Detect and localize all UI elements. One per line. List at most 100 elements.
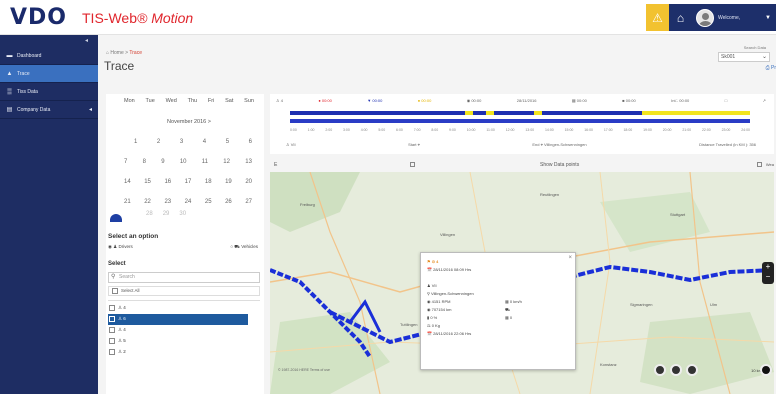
user-menu[interactable]: Welcome, ▼ (692, 4, 776, 31)
calendar-day[interactable]: 25 (205, 199, 212, 205)
popup-rpm: ◉ 4151 RPM (427, 299, 451, 304)
route-map[interactable]: Freiburg Villingen Reutlingen Stuttgart … (270, 172, 774, 394)
timeline-segment (494, 111, 534, 115)
radio-drivers[interactable]: ◉ ♟ Drivers (108, 244, 133, 251)
layers-icon[interactable] (654, 364, 666, 376)
calendar-day[interactable]: 3 (180, 139, 183, 145)
calendar-day[interactable]: 9 (161, 159, 164, 165)
calendar-day[interactable]: 24 (185, 199, 192, 205)
option-radios: ◉ ♟ Drivers ○ ⛟ Vehicles (108, 244, 258, 251)
timeline-date: 28/11/2016 (516, 98, 537, 103)
checkbox[interactable] (109, 305, 115, 311)
sidebar-item-trace[interactable]: ▲ Trace (0, 65, 98, 83)
timeline-footer: ♙ VII Start ⌖ End ⌖ Villingen-Schwenning… (286, 142, 756, 147)
sidebar-toggle[interactable]: ◂ (0, 35, 98, 47)
warning-button[interactable]: ⚠ (646, 4, 669, 31)
screen-icon[interactable] (686, 364, 698, 376)
calendar-day[interactable]: 18 (205, 179, 212, 185)
checkbox[interactable] (109, 338, 115, 344)
list-item[interactable]: ♙ 4 (108, 325, 260, 336)
calendar-day[interactable]: 30 (179, 211, 186, 217)
home-button[interactable]: ⌂ (669, 4, 692, 31)
calendar-day[interactable]: 10 (180, 159, 187, 165)
popup-mid-value: 0 (509, 315, 513, 320)
calendar-day[interactable]: 15 (144, 179, 151, 185)
calendar-day[interactable]: 14 (124, 179, 131, 185)
calendar-day[interactable]: 19 (225, 179, 232, 185)
weekday: Fri (207, 98, 215, 104)
calendar-next-button[interactable]: > (208, 119, 211, 125)
close-icon[interactable]: × (568, 255, 572, 261)
list-item[interactable]: ♙ 2 (108, 347, 260, 358)
export-icon[interactable]: ↗ (763, 98, 766, 103)
calendar-day[interactable]: 7 (124, 159, 127, 165)
sidebar-item-company-data[interactable]: ▤ Company Data ◂ (0, 101, 98, 119)
timeline-distance: Distance Travelled (in KM ): 356 (699, 142, 756, 147)
calendar-day[interactable]: 13 (245, 159, 252, 165)
timeline-stat: ▼ 00:00 (367, 98, 383, 103)
timeline-stat: ● 00:00 (417, 98, 432, 103)
timeline-segment (290, 111, 465, 115)
calendar-day[interactable]: 22 (144, 199, 151, 205)
place-label: Ulm (710, 302, 718, 307)
map-toolbar: E Show Data points Wea (270, 159, 774, 169)
checkbox[interactable] (410, 162, 415, 167)
sidebar-item-dashboard[interactable]: ▬ Dashboard (0, 47, 98, 65)
zoom-in-button[interactable]: + (762, 262, 774, 272)
calendar-day[interactable]: 6 (249, 139, 252, 145)
calendar-week: 14 15 16 17 18 19 20 (124, 179, 254, 185)
driver-search-input[interactable]: ⚲ Search (108, 272, 260, 283)
calendar-day[interactable]: 21 (124, 199, 131, 205)
refresh-icon[interactable] (760, 364, 772, 376)
calendar-day[interactable]: 1 (134, 139, 137, 145)
radio-vehicles[interactable]: ○ ⛟ Vehicles (230, 244, 258, 251)
calendar-week: 21 22 23 24 25 26 27 (124, 199, 254, 205)
calendar-day[interactable]: 12 (223, 159, 230, 165)
timeline-stat: ● 00:00 (318, 98, 332, 103)
driver-name: ♙ 4 (118, 305, 126, 310)
list-item[interactable]: ♙ 6 (108, 314, 248, 325)
expand-icon[interactable]: □ (725, 98, 727, 103)
calendar-day[interactable]: 8 (143, 159, 146, 165)
calendar-day[interactable]: 20 (245, 179, 252, 185)
checkbox[interactable] (112, 288, 118, 294)
calendar-selected-marker (110, 214, 122, 222)
calendar-day[interactable]: 28 (146, 211, 153, 217)
calendar-month-label: November 2016 (167, 119, 207, 125)
checkbox[interactable] (109, 349, 115, 355)
weather-checkbox[interactable] (757, 162, 762, 167)
calendar-day[interactable]: 17 (185, 179, 192, 185)
search-select[interactable]: Sk001 ⌄ (718, 52, 770, 62)
tick: 24:00 (741, 128, 750, 132)
data-icon: ▒ (7, 88, 12, 95)
calendar-day[interactable]: 23 (164, 199, 171, 205)
timeline-end: End ⌖ Villingen-Schwenningen (532, 142, 587, 147)
calendar-day[interactable]: 29 (163, 211, 170, 217)
locate-icon[interactable] (670, 364, 682, 376)
select-all-checkbox[interactable]: Select All (108, 286, 260, 296)
calendar-day[interactable]: 16 (164, 179, 171, 185)
driver-name: ♙ 5 (118, 338, 126, 343)
breadcrumb-home[interactable]: ⌂ Home (106, 50, 124, 56)
calendar-day[interactable]: 11 (202, 159, 208, 165)
print-link[interactable]: ⎙ Pr (766, 65, 776, 71)
checkbox[interactable] (109, 316, 115, 322)
calendar-day[interactable]: 2 (157, 139, 160, 145)
sidebar: ◂ ▬ Dashboard ▲ Trace ▒ Tiss Data ▤ Comp… (0, 35, 98, 394)
app-name: TIS-Web (82, 10, 137, 26)
checkbox[interactable] (109, 327, 115, 333)
zoom-out-button[interactable]: − (762, 272, 774, 282)
weekday: Sun (244, 98, 254, 104)
tick: 19:00 (643, 128, 652, 132)
zoom-control[interactable]: + − (762, 262, 774, 284)
calendar-week: 28 29 30 (124, 211, 254, 217)
select-all-label: Select All (121, 288, 140, 293)
list-item[interactable]: ♙ 4 (108, 303, 260, 314)
calendar-day[interactable]: 26 (225, 199, 232, 205)
sidebar-item-tiss-data[interactable]: ▒ Tiss Data (0, 83, 98, 101)
calendar-day[interactable]: 4 (203, 139, 206, 145)
calendar-day[interactable]: 27 (245, 199, 252, 205)
data-point-popup: × ⚑ ⊙ 4 📅 28/11/2016 08:09 Hrs ♟ VII ⚲ V… (420, 252, 576, 370)
calendar-day[interactable]: 5 (226, 139, 229, 145)
list-item[interactable]: ♙ 5 (108, 336, 260, 347)
